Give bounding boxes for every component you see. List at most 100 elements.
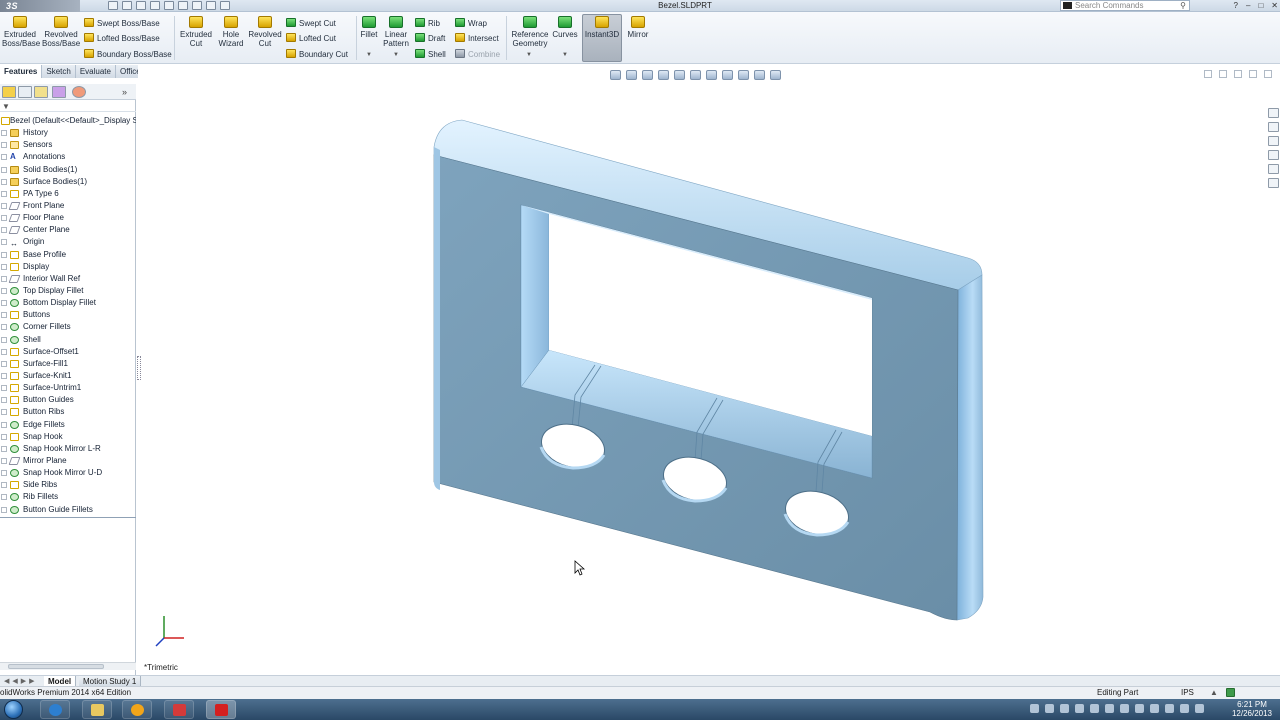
display-manager-tab-icon[interactable] [72, 86, 86, 98]
expand-toggle-icon[interactable] [1, 482, 7, 489]
tree-item-front-plane[interactable]: Front Plane [0, 200, 136, 212]
expand-toggle-icon[interactable] [1, 372, 7, 379]
expand-toggle-icon[interactable] [1, 385, 7, 392]
taskbar-solidworks[interactable] [206, 700, 236, 719]
tree-item-surface-untrim1[interactable]: Surface-Untrim1 [0, 382, 136, 394]
feature-tree-filter[interactable]: ▼ [0, 101, 136, 112]
unit-system-selector[interactable]: IPS [1181, 687, 1194, 699]
taskbar-app[interactable] [164, 700, 194, 719]
tree-item-surface-fill1[interactable]: Surface-Fill1 [0, 358, 136, 370]
expand-panel-icon[interactable]: » [122, 86, 136, 98]
expand-toggle-icon[interactable] [1, 190, 7, 197]
taskbar-explorer[interactable] [82, 700, 112, 719]
tree-item-center-plane[interactable]: Center Plane [0, 224, 136, 236]
expand-toggle-icon[interactable] [1, 202, 7, 209]
tree-item-floor-plane[interactable]: Floor Plane [0, 212, 136, 224]
expand-toggle-icon[interactable] [1, 336, 7, 343]
tree-item-history[interactable]: History [0, 127, 136, 139]
tree-item-origin[interactable]: ↔ Origin [0, 236, 136, 248]
expand-toggle-icon[interactable] [1, 239, 7, 246]
bezel-model[interactable] [0, 0, 1280, 720]
panel-splitter-handle[interactable] [137, 356, 141, 380]
dimxpert-manager-tab-icon[interactable] [52, 86, 66, 98]
expand-toggle-icon[interactable] [1, 166, 7, 173]
expand-toggle-icon[interactable] [1, 142, 7, 149]
tree-item-interior-wall-ref[interactable]: Interior Wall Ref [0, 273, 136, 285]
scrollbar-thumb[interactable] [8, 664, 104, 669]
tray-icon-5[interactable] [1090, 704, 1099, 713]
expand-toggle-icon[interactable] [1, 215, 7, 222]
taskbar-clock[interactable]: 6:21 PM 12/26/2013 [1226, 700, 1278, 718]
tray-icon-9[interactable] [1150, 704, 1159, 713]
tree-item-side-ribs[interactable]: Side Ribs [0, 479, 136, 491]
tree-item-snap-hook[interactable]: Snap Hook [0, 431, 136, 443]
tree-item-surface-offset1[interactable]: Surface-Offset1 [0, 346, 136, 358]
expand-toggle-icon[interactable] [1, 324, 7, 331]
expand-toggle-icon[interactable] [1, 300, 7, 307]
volume-icon[interactable] [1180, 704, 1189, 713]
tree-item-button-guide-fillets[interactable]: Button Guide Fillets [0, 504, 136, 516]
tree-item-solid-bodies-1[interactable]: Solid Bodies(1) [0, 164, 136, 176]
tree-item-top-display-fillet[interactable]: Top Display Fillet [0, 285, 136, 297]
tree-root-part[interactable]: Bezel (Default<<Default>_Display S [0, 115, 136, 127]
power-icon[interactable] [1195, 704, 1204, 713]
expand-toggle-icon[interactable] [1, 506, 7, 513]
expand-toggle-icon[interactable] [1, 130, 7, 137]
property-manager-tab-icon[interactable] [18, 86, 32, 98]
tree-item-button-ribs[interactable]: Button Ribs [0, 406, 136, 418]
expand-toggle-icon[interactable] [1, 154, 7, 161]
windows-start-icon[interactable] [4, 700, 23, 719]
tree-item-surface-bodies-1[interactable]: Surface Bodies(1) [0, 176, 136, 188]
tree-item-buttons[interactable]: Buttons [0, 309, 136, 321]
expand-toggle-icon[interactable] [1, 275, 7, 282]
tray-icon-7[interactable] [1120, 704, 1129, 713]
tree-item-button-guides[interactable]: Button Guides [0, 394, 136, 406]
tree-item-mirror-plane[interactable]: Mirror Plane [0, 455, 136, 467]
expand-toggle-icon[interactable] [1, 227, 7, 234]
tree-item-sensors[interactable]: Sensors [0, 139, 136, 151]
expand-toggle-icon[interactable] [1, 470, 7, 477]
network-icon[interactable] [1165, 704, 1174, 713]
expand-toggle-icon[interactable] [1, 397, 7, 404]
tree-item-corner-fillets[interactable]: Corner Fillets [0, 321, 136, 333]
expand-toggle-icon[interactable] [1, 251, 7, 258]
expand-toggle-icon[interactable] [1, 457, 7, 464]
rollback-bar[interactable] [0, 517, 136, 518]
expand-toggle-icon[interactable] [1, 287, 7, 294]
taskbar-chrome[interactable] [122, 700, 152, 719]
expand-toggle-icon[interactable] [1, 494, 7, 501]
feature-manager-scrollbar[interactable] [0, 662, 136, 670]
tree-item-surface-knit1[interactable]: Surface-Knit1 [0, 370, 136, 382]
expand-toggle-icon[interactable] [1, 445, 7, 452]
unit-dropdown-icon[interactable]: ▲ [1210, 687, 1218, 699]
tree-item-shell[interactable]: Shell [0, 334, 136, 346]
expand-toggle-icon[interactable] [1, 409, 7, 416]
tray-icon-1[interactable] [1030, 704, 1039, 713]
expand-toggle-icon[interactable] [1, 178, 7, 185]
tree-item-display[interactable]: Display [0, 261, 136, 273]
tray-icon-6[interactable] [1105, 704, 1114, 713]
tree-item-snap-hook-mirror-l-r[interactable]: Snap Hook Mirror L-R [0, 443, 136, 455]
tree-item-rib-fillets[interactable]: Rib Fillets [0, 491, 136, 503]
tree-item-bottom-display-fillet[interactable]: Bottom Display Fillet [0, 297, 136, 309]
tree-item-annotations[interactable]: A Annotations [0, 151, 136, 163]
expand-toggle-icon[interactable] [1, 360, 7, 367]
expand-toggle-icon[interactable] [1, 263, 7, 270]
expand-toggle-icon[interactable] [1, 312, 7, 319]
tray-icon-3[interactable] [1060, 704, 1069, 713]
taskbar-ie[interactable] [40, 700, 70, 719]
tray-icon-4[interactable] [1075, 704, 1084, 713]
tray-icon-8[interactable] [1135, 704, 1144, 713]
tree-item-pa-type-6[interactable]: PA Type 6 [0, 188, 136, 200]
tree-item-base-profile[interactable]: Base Profile [0, 249, 136, 261]
tree-item-snap-hook-mirror-u-d[interactable]: Snap Hook Mirror U-D [0, 467, 136, 479]
expand-toggle-icon[interactable] [1, 348, 7, 355]
configuration-manager-tab-icon[interactable] [34, 86, 48, 98]
quick-tips-icon[interactable] [1226, 688, 1235, 697]
feature-manager-tab-icon[interactable] [2, 86, 16, 98]
expand-toggle-icon[interactable] [1, 433, 7, 440]
expand-toggle-icon[interactable] [1, 421, 7, 428]
filter-icon[interactable]: ▼ [2, 102, 10, 111]
tree-item-edge-fillets[interactable]: Edge Fillets [0, 419, 136, 431]
tray-icon-2[interactable] [1045, 704, 1054, 713]
